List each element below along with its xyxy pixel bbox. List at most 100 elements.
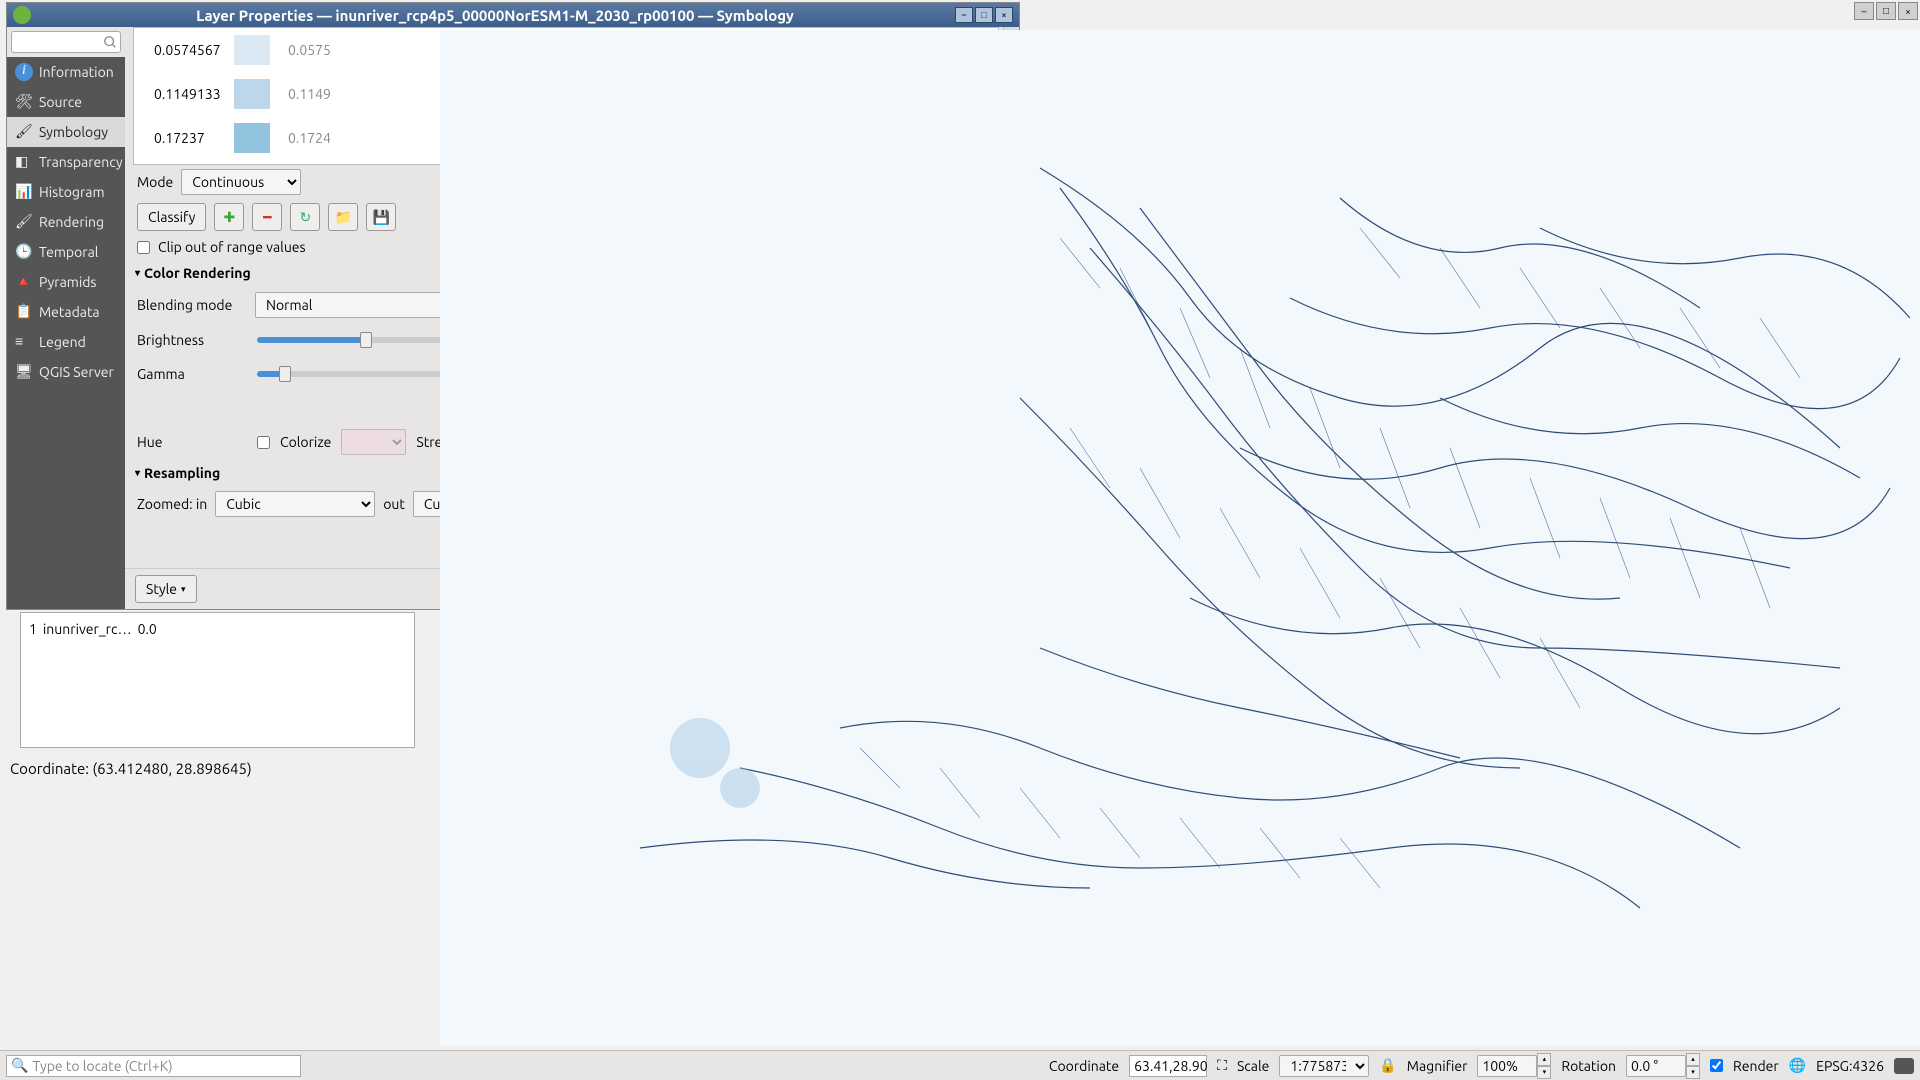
main-close-button[interactable]: × <box>1898 2 1918 20</box>
save-icon: 💾 <box>373 209 390 226</box>
sidebar-label: Symbology <box>39 124 108 140</box>
chevron-down-icon: ▾ <box>181 584 186 595</box>
legend-icon: ≡ <box>15 333 33 351</box>
sidebar-item-qgis-server[interactable]: 🖥QGIS Server <box>7 357 125 387</box>
magnifier-spin[interactable]: ▴▾ <box>1477 1053 1551 1079</box>
clip-checkbox[interactable] <box>137 241 150 254</box>
colorize-label: Colorize <box>280 434 331 450</box>
remove-class-button[interactable]: ━ <box>252 203 282 231</box>
section-title: Color Rendering <box>144 265 251 281</box>
sidebar-item-legend[interactable]: ≡ Legend <box>7 327 125 357</box>
sidebar-item-source[interactable]: 🛠 Source <box>7 87 125 117</box>
spin-up[interactable]: ▴ <box>1686 1053 1700 1066</box>
zoomed-in-select[interactable]: Cubic <box>215 491 375 517</box>
refresh-button[interactable]: ↻ <box>290 203 320 231</box>
classify-button[interactable]: Classify <box>137 203 206 231</box>
server-icon: 🖥 <box>15 363 33 381</box>
save-style-button[interactable]: 💾 <box>366 203 396 231</box>
colorize-checkbox[interactable] <box>257 436 270 449</box>
sidebar-label: Transparency <box>39 154 123 170</box>
sidebar-label: Legend <box>39 334 86 350</box>
dialog-titlebar[interactable]: Layer Properties — inunriver_rcp4p5_0000… <box>7 3 1019 27</box>
coord-label: Coordinate <box>1049 1058 1119 1074</box>
crs-label[interactable]: EPSG:4326 <box>1816 1058 1884 1074</box>
source-icon: 🛠 <box>15 93 33 111</box>
load-style-button[interactable]: 📁 <box>328 203 358 231</box>
render-checkbox[interactable] <box>1710 1059 1723 1072</box>
ramp-value: 0.1149133 <box>134 86 234 102</box>
histogram-icon: 📊 <box>15 183 33 201</box>
dialog-minimize-button[interactable]: – <box>955 7 973 23</box>
rotation-spin[interactable]: ▴▾ <box>1626 1053 1700 1079</box>
ramp-label: 0.1724 <box>288 130 331 146</box>
crs-icon[interactable]: 🌐 <box>1789 1057 1806 1074</box>
spin-down[interactable]: ▾ <box>1686 1066 1700 1079</box>
coord-field[interactable]: 63.41,28.90 <box>1129 1055 1207 1077</box>
blending-label: Blending mode <box>137 297 247 313</box>
scale-label: Scale <box>1237 1058 1269 1074</box>
zoomed-out-label: out <box>383 496 405 512</box>
map-canvas[interactable] <box>440 30 1920 1046</box>
main-minimize-button[interactable]: – <box>1854 2 1874 20</box>
sidebar-item-transparency[interactable]: ◧ Transparency <box>7 147 125 177</box>
temporal-icon: 🕒 <box>15 243 33 261</box>
dialog-title: Layer Properties — inunriver_rcp4p5_0000… <box>37 7 953 24</box>
sidebar-item-histogram[interactable]: 📊 Histogram <box>7 177 125 207</box>
transparency-icon: ◧ <box>15 153 33 171</box>
sidebar-label: Pyramids <box>39 274 97 290</box>
scale-select[interactable]: 1:7758730 <box>1279 1055 1369 1077</box>
spin-up[interactable]: ▴ <box>1537 1053 1551 1066</box>
hue-label: Hue <box>137 434 247 450</box>
sidebar-label: Temporal <box>39 244 98 260</box>
sidebar-label: Histogram <box>39 184 105 200</box>
ramp-swatch <box>234 35 270 65</box>
brightness-label: Brightness <box>137 332 247 348</box>
layer-name: inunriver_rc… <box>43 621 132 637</box>
info-icon: i <box>15 63 33 81</box>
folder-icon: 📁 <box>335 209 352 226</box>
status-bar: 🔍 Type to locate (Ctrl+K) Coordinate 63.… <box>0 1050 1920 1080</box>
sidebar-item-rendering[interactable]: 🖌Rendering <box>7 207 125 237</box>
add-class-button[interactable]: ✚ <box>214 203 244 231</box>
plus-icon: ✚ <box>224 209 236 226</box>
colorize-color[interactable] <box>341 429 406 455</box>
qgis-icon <box>13 6 31 24</box>
zoomed-in-label: Zoomed: in <box>137 496 207 512</box>
metadata-icon: 📋 <box>15 303 33 321</box>
dialog-maximize-button[interactable]: □ <box>975 7 993 23</box>
rendering-icon: 🖌 <box>15 213 33 231</box>
ramp-label: 0.0575 <box>288 42 331 58</box>
spin-down[interactable]: ▾ <box>1537 1066 1551 1079</box>
sidebar-item-temporal[interactable]: 🕒 Temporal <box>7 237 125 267</box>
messages-icon[interactable] <box>1894 1058 1914 1074</box>
locator-placeholder: Type to locate (Ctrl+K) <box>32 1058 172 1074</box>
sidebar-label: Information <box>39 64 114 80</box>
layer-row[interactable]: 1 inunriver_rc… 0.0 <box>27 619 408 639</box>
layer-value: 0.0 <box>138 621 157 637</box>
layers-panel[interactable]: 1 inunriver_rc… 0.0 <box>20 612 415 748</box>
mode-label: Mode <box>137 174 173 190</box>
sidebar-search-input[interactable] <box>11 31 121 53</box>
sidebar-item-metadata[interactable]: 📋Metadata <box>7 297 125 327</box>
mode-select[interactable]: Continuous <box>181 169 301 195</box>
toggle-extents-icon[interactable]: ⛶ <box>1217 1057 1227 1074</box>
gamma-label: Gamma <box>137 366 247 382</box>
sidebar-label: Source <box>39 94 82 110</box>
locator-input[interactable]: 🔍 Type to locate (Ctrl+K) <box>6 1055 301 1077</box>
symbology-icon: 🖌 <box>15 123 33 141</box>
lock-icon[interactable]: 🔒 <box>1379 1057 1396 1074</box>
minus-icon: ━ <box>263 209 271 226</box>
sidebar-item-information[interactable]: i Information <box>7 57 125 87</box>
style-menu-button[interactable]: Style ▾ <box>135 575 197 603</box>
style-label: Style <box>146 581 177 597</box>
pyramids-icon: 🔺 <box>15 273 33 291</box>
clip-label: Clip out of range values <box>158 239 306 255</box>
rotation-label: Rotation <box>1561 1058 1616 1074</box>
sidebar-item-symbology[interactable]: 🖌 Symbology <box>7 117 125 147</box>
dialog-close-button[interactable]: × <box>995 7 1013 23</box>
sidebar: i Information 🛠 Source 🖌 Symbology ◧ Transpa… <box>7 27 125 609</box>
main-maximize-button[interactable]: □ <box>1876 2 1896 20</box>
refresh-icon: ↻ <box>300 209 312 226</box>
magnifier-label: Magnifier <box>1407 1058 1468 1074</box>
sidebar-item-pyramids[interactable]: 🔺 Pyramids <box>7 267 125 297</box>
